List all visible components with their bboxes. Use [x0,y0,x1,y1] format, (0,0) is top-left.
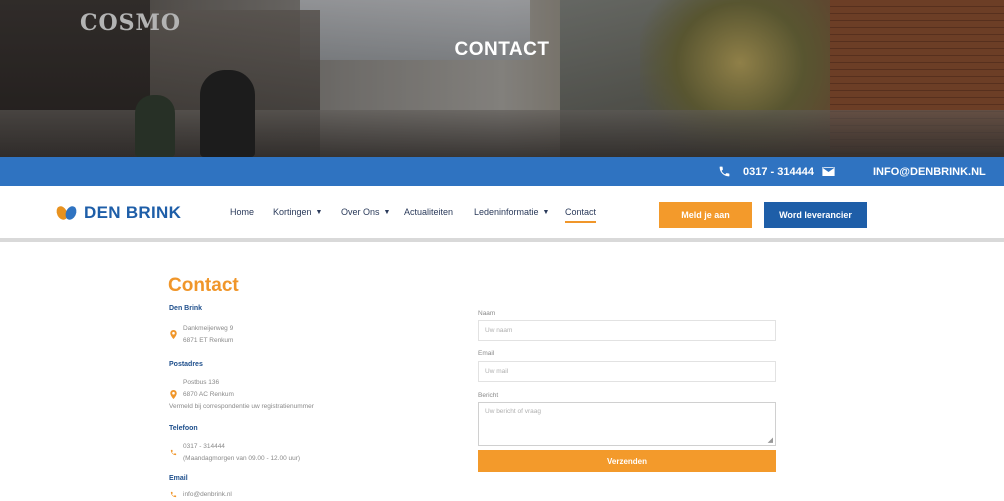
caret-down-icon: ▼ [542,208,550,216]
nav-item-label: Kortingen [273,207,312,217]
topbar-phone-link[interactable]: 0317 - 314444 [743,157,814,186]
nav-item-kortingen[interactable]: Kortingen ▼ [273,207,322,217]
email-block: info@denbrink.nl [169,489,232,501]
become-supplier-button[interactable]: Word leverancier [764,202,867,228]
postal-note: Vermeld bij correspondentie uw registrat… [169,403,314,410]
address-street: Dankmeijerweg 9 [183,325,234,332]
email-heading-block: Email [169,475,188,482]
address-city: 6871 ET Renkum [183,337,234,344]
name-input[interactable]: Uw naam [478,320,776,341]
name-label: Naam [478,310,496,317]
email-label: Email [478,350,495,357]
phone-heading-block: Telefoon [169,425,198,432]
page-title: Contact [168,275,239,296]
map-pin-icon [169,389,177,401]
postal-box: Postbus 136 [183,379,220,386]
phone-heading: Telefoon [169,425,198,432]
email-input[interactable]: Uw mail [478,361,776,382]
phone-icon [718,157,731,186]
hero-overlay [0,0,1004,157]
name-placeholder: Uw naam [485,327,513,334]
envelope-icon [822,157,835,186]
nav-item-label: Contact [565,207,597,217]
page-hero-title: CONTACT [454,39,550,60]
email-link[interactable]: info@denbrink.nl [183,489,232,501]
phone-block: 0317 - 314444 (Maandagmorgen van 09.00 -… [169,441,300,465]
nav-item-contact[interactable]: Contact [565,207,597,223]
phone-icon [169,491,177,500]
caret-down-icon: ▼ [383,208,391,216]
postal-heading-block: Postadres [169,361,203,368]
nav-item-label: Ledeninformatie [474,207,539,217]
message-placeholder: Uw bericht of vraag [485,408,541,415]
nav-item-label: Over Ons [341,207,380,217]
postal-city: 6870 AC Renkum [183,391,234,398]
message-label: Bericht [478,392,499,399]
contact-topbar: 0317 - 314444 INFO@DENBRINK.NL [0,157,1004,186]
nav-item-actualiteiten[interactable]: Actualiteiten [404,207,453,217]
hero-banner: COSMO CONTACT [0,0,1004,157]
signup-button[interactable]: Meld je aan [659,202,752,228]
nav-item-over-ons[interactable]: Over Ons ▼ [341,207,390,217]
map-pin-icon [169,329,177,341]
caret-down-icon: ▼ [315,208,323,216]
topbar-email-link[interactable]: INFO@DENBRINK.NL [873,157,986,186]
phone-icon [169,449,177,458]
message-textarea[interactable]: Uw bericht of vraag ◢ [478,402,776,446]
company-heading: Den Brink [169,305,203,312]
resize-handle-icon[interactable]: ◢ [768,436,773,444]
nav-item-home[interactable]: Home [230,207,254,217]
main-navigation: DEN BRINK Home Kortingen ▼ Over Ons ▼ Ac… [0,186,1004,242]
nav-item-ledeninformatie[interactable]: Ledeninformatie ▼ [474,207,549,217]
nav-item-label: Home [230,207,255,217]
email-heading: Email [169,475,188,482]
postal-heading: Postadres [169,361,203,368]
submit-button[interactable]: Verzenden [478,450,776,472]
nav-item-label: Actualiteiten [404,207,454,217]
phone-number[interactable]: 0317 - 314444 [183,441,300,453]
company-block: Den Brink [169,305,202,312]
postal-block: Postbus 136 6870 AC Renkum Vermeld bij c… [169,377,314,413]
address-block: Dankmeijerweg 9 6871 ET Renkum [169,323,233,347]
phone-hours: (Maandagmorgen van 09.00 - 12.00 uur) [183,455,301,462]
email-placeholder: Uw mail [485,368,509,375]
